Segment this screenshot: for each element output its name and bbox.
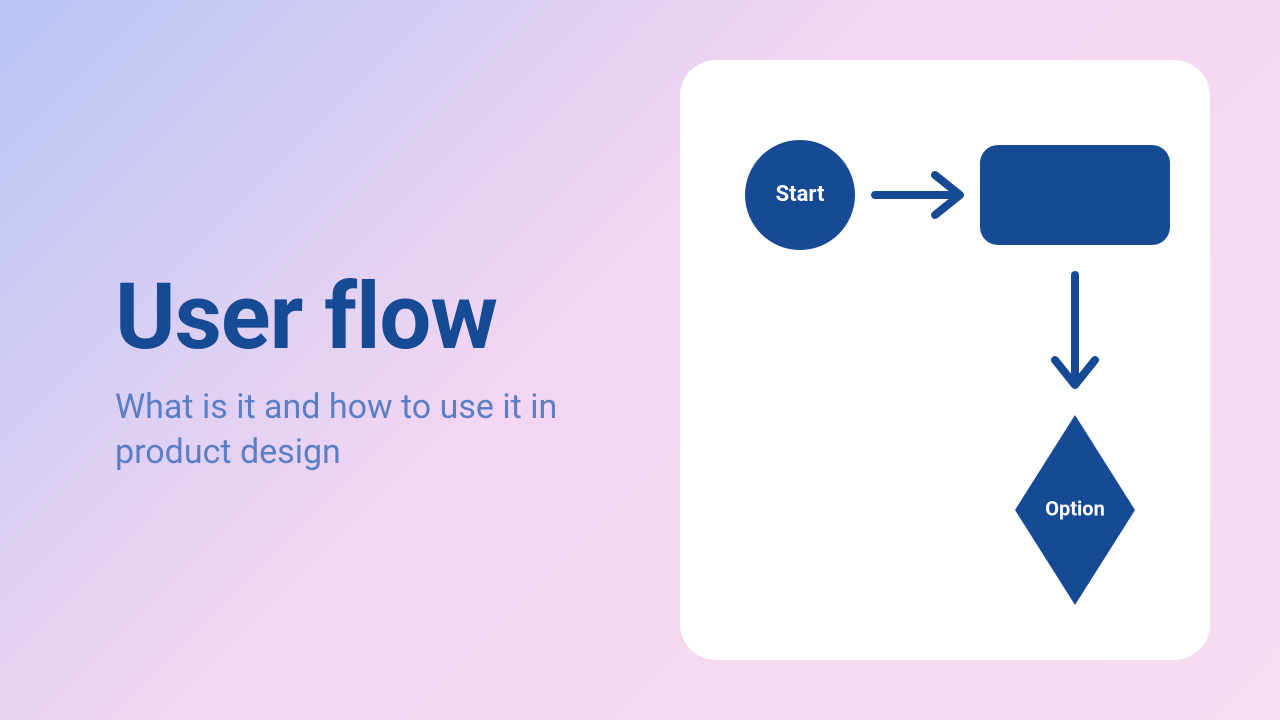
arrow-down-icon <box>1055 275 1095 385</box>
text-block: User flow What is it and how to use it i… <box>115 270 635 476</box>
arrow-right-icon <box>875 175 960 215</box>
decision-node: Option <box>1015 415 1135 605</box>
decision-node-label: Option <box>1045 496 1105 520</box>
process-node <box>980 145 1170 245</box>
slide-subtitle: What is it and how to use it in product … <box>115 385 635 477</box>
start-node: Start <box>745 140 855 250</box>
flow-diagram: Start Option <box>680 60 1210 660</box>
diagram-card: Start Option <box>680 60 1210 660</box>
start-node-label: Start <box>776 182 825 207</box>
slide-title: User flow <box>115 270 635 367</box>
slide-canvas: User flow What is it and how to use it i… <box>0 0 1280 720</box>
